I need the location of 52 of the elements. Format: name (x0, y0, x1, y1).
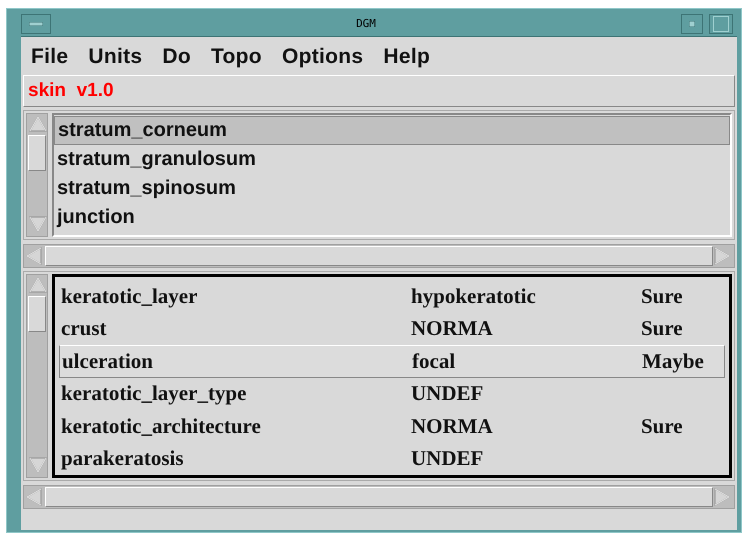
scroll-right-arrow-icon[interactable] (713, 246, 733, 266)
feature-value: UNDEF (411, 381, 484, 406)
scroll-right-arrow-icon[interactable] (713, 487, 733, 507)
scrollbar-thumb[interactable] (28, 135, 46, 171)
window-menu-button[interactable] (21, 14, 51, 34)
list-item[interactable]: stratum_spinosum (54, 174, 730, 203)
model-label: skin v1.0 (28, 80, 114, 102)
vertical-scrollbar[interactable] (26, 113, 48, 237)
horizontal-scrollbar[interactable] (23, 485, 735, 509)
feature-name: crust (61, 316, 108, 342)
table-row[interactable]: crust NORMA Sure (59, 312, 725, 345)
list-item[interactable]: stratum_corneum (54, 116, 730, 145)
feature-value: focal (412, 348, 456, 374)
minimize-button[interactable] (681, 14, 703, 34)
menu-item[interactable]: Topo (210, 45, 262, 69)
menu-item[interactable]: Help (383, 45, 430, 69)
table-row[interactable]: keratotic_layer_type UNDEF (59, 378, 725, 410)
menu-item[interactable]: Options (282, 45, 364, 69)
scrollbar-thumb[interactable] (45, 487, 713, 507)
table-row[interactable]: keratotic_architecture NORMA Sure (59, 410, 725, 442)
maximize-button[interactable] (709, 14, 733, 34)
certainty-label: Sure (641, 316, 683, 342)
maximize-icon (713, 16, 729, 32)
certainty-label: Maybe (642, 348, 704, 374)
certainty-label: Sure (641, 414, 683, 439)
scrollbar-thumb[interactable] (45, 246, 713, 266)
scroll-down-arrow-icon[interactable] (28, 456, 48, 476)
feature-name: parakeratosis (61, 446, 184, 472)
list-item[interactable]: stratum_granulosum (54, 145, 730, 174)
feature-value: hypokeratotic (411, 284, 537, 309)
feature-name: ulceration (62, 348, 154, 374)
feature-name: keratotic_layer (61, 284, 198, 309)
feature-value: NORMA (411, 316, 494, 342)
minimize-icon (689, 20, 695, 26)
list-item[interactable]: junction (54, 203, 730, 232)
feature-name: keratotic_layer_type (61, 381, 248, 406)
table-row[interactable]: ulceration focal Maybe (59, 345, 725, 378)
table-row[interactable]: keratotic_layer hypokeratotic Sure (59, 280, 725, 312)
certainty-label: Sure (641, 284, 683, 309)
feature-name: keratotic_architecture (61, 414, 262, 439)
horizontal-scrollbar[interactable] (23, 244, 735, 268)
menu-item[interactable]: File (31, 45, 68, 69)
scroll-down-arrow-icon[interactable] (28, 215, 48, 235)
scrollbar-thumb[interactable] (28, 296, 46, 332)
window-title: DGM (355, 17, 377, 30)
vertical-scrollbar[interactable] (26, 274, 48, 478)
minus-icon (29, 22, 43, 26)
feature-value: UNDEF (411, 446, 484, 472)
feature-value: NORMA (411, 414, 494, 439)
menu-item[interactable]: Do (162, 45, 191, 69)
menu-item[interactable]: Units (88, 45, 142, 69)
table-row[interactable]: parakeratosis UNDEF (59, 442, 725, 475)
